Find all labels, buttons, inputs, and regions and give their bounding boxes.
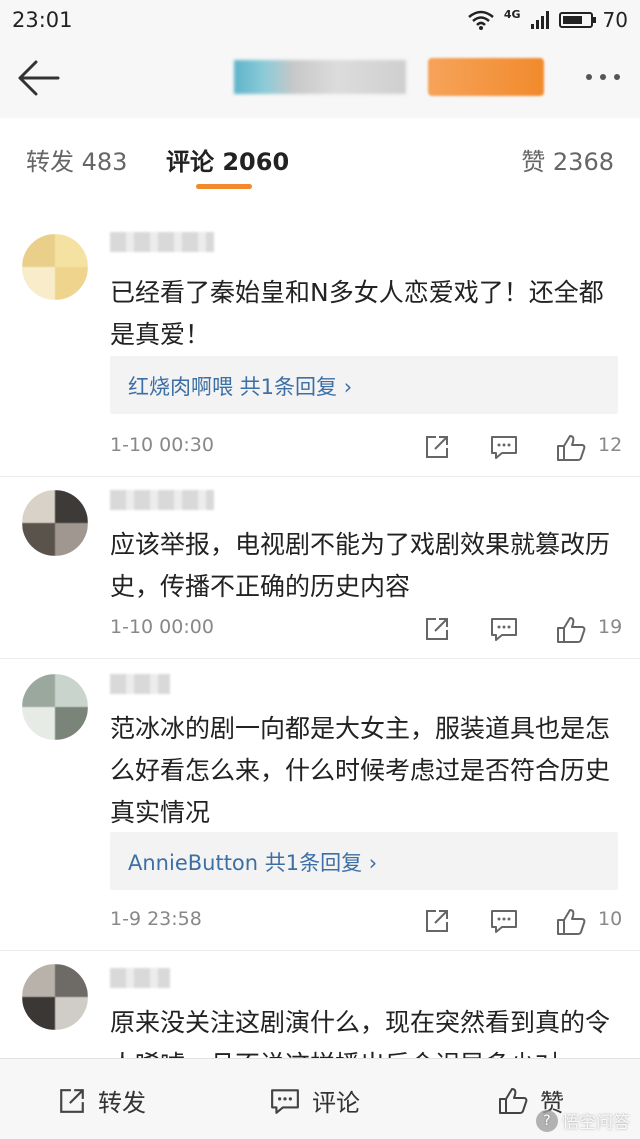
nav-bar xyxy=(0,40,640,118)
share-icon[interactable] xyxy=(424,434,450,460)
bottom-action-bar: 转发 评论 赞 ? 悟空问答 xyxy=(0,1058,640,1139)
comment-text: 范冰冰的剧一向都是大女主，服装道具也是怎么好看怎么来，什么时候考虑过是否符合历史… xyxy=(110,714,611,827)
avatar[interactable] xyxy=(22,964,88,1030)
avatar[interactable] xyxy=(22,234,88,300)
tab-bar: 转发 483 评论 2060 赞 2368 xyxy=(0,118,640,197)
wifi-icon xyxy=(468,10,494,30)
comment-date: 1-9 23:58 xyxy=(110,908,202,930)
status-bar: 23:01 4G 70 xyxy=(0,0,640,40)
comment-label: 评论 xyxy=(312,1089,360,1117)
comment-text: 原来没关注这剧演什么，现在突然看到真的令人唏嘘，且不说这样播出后会误导多少对 xyxy=(110,1008,611,1058)
battery-level: 70 xyxy=(602,8,628,32)
thumbs-up-icon[interactable] xyxy=(556,908,586,936)
comment-icon[interactable] xyxy=(490,434,518,460)
active-tab-indicator xyxy=(196,184,252,189)
comment-date: 1-10 00:30 xyxy=(110,434,214,456)
tab-likes[interactable]: 赞 2368 xyxy=(521,142,614,177)
blurred-follow-button[interactable] xyxy=(428,58,544,96)
like-count: 19 xyxy=(598,616,623,638)
repost-label: 转发 xyxy=(98,1089,146,1117)
thumbs-up-icon xyxy=(499,1087,528,1114)
like-count: 12 xyxy=(598,434,623,456)
tab-repost[interactable]: 转发 483 xyxy=(26,142,127,177)
comment-text: 应该举报，电视剧不能为了戏剧效果就篡改历史，传播不正确的历史内容 xyxy=(110,530,611,601)
status-icons: 4G 70 xyxy=(468,8,628,32)
wukong-logo-icon: ? xyxy=(536,1109,558,1132)
comment-meta: 1-10 00:00 19 xyxy=(110,616,623,646)
reply-summary[interactable]: 红烧肉啊喂 共1条回复 › xyxy=(110,356,618,414)
reply-summary-label: AnnieButton 共1条回复 › xyxy=(128,851,378,875)
comment-icon xyxy=(271,1088,299,1114)
battery-icon xyxy=(558,12,596,28)
comment-item: 范冰冰的剧一向都是大女主，服装道具也是怎么好看怎么来，什么时候考虑过是否符合历史… xyxy=(0,658,640,951)
share-icon xyxy=(60,1088,84,1113)
blurred-commenter-name[interactable] xyxy=(110,232,214,252)
network-type: 4G xyxy=(503,8,521,21)
back-arrow-icon[interactable] xyxy=(16,60,60,96)
share-icon[interactable] xyxy=(424,908,450,934)
share-icon[interactable] xyxy=(424,616,450,642)
comment-item: 原来没关注这剧演什么，现在突然看到真的令人唏嘘，且不说这样播出后会误导多少对 xyxy=(0,950,640,1058)
thumbs-up-icon[interactable] xyxy=(556,434,586,462)
blurred-commenter-name[interactable] xyxy=(110,674,170,694)
avatar[interactable] xyxy=(22,490,88,556)
comment-icon[interactable] xyxy=(490,616,518,642)
comment-meta: 1-10 00:30 12 xyxy=(110,434,623,464)
comment-list: 已经看了秦始皇和N多女人恋爱戏了！还全都是真爱！ 红烧肉啊喂 共1条回复 › 1… xyxy=(0,196,640,1058)
thumbs-up-icon[interactable] xyxy=(556,616,586,644)
comment-item: 应该举报，电视剧不能为了戏剧效果就篡改历史，传播不正确的历史内容 1-10 00… xyxy=(0,476,640,659)
avatar[interactable] xyxy=(22,674,88,740)
repost-button[interactable]: 转发 xyxy=(58,1083,146,1118)
comment-icon[interactable] xyxy=(490,908,518,934)
comment-meta: 1-9 23:58 10 xyxy=(110,908,623,938)
tab-comments[interactable]: 评论 2060 xyxy=(166,142,289,177)
more-options-icon[interactable] xyxy=(586,74,620,80)
blurred-commenter-name[interactable] xyxy=(110,968,170,988)
reply-summary[interactable]: AnnieButton 共1条回复 › xyxy=(110,832,618,890)
watermark-text: 悟空问答 xyxy=(562,1113,630,1133)
signal-icon xyxy=(530,11,549,29)
comment-date: 1-10 00:00 xyxy=(110,616,214,638)
status-time: 23:01 xyxy=(12,8,73,32)
comment-text: 已经看了秦始皇和N多女人恋爱戏了！还全都是真爱！ xyxy=(110,278,604,349)
like-count: 10 xyxy=(598,908,623,930)
blurred-commenter-name[interactable] xyxy=(110,490,214,510)
comment-item: 已经看了秦始皇和N多女人恋爱戏了！还全都是真爱！ 红烧肉啊喂 共1条回复 › 1… xyxy=(0,218,640,477)
watermark: ? 悟空问答 xyxy=(536,1108,630,1133)
blurred-username xyxy=(234,60,406,94)
comment-button[interactable]: 评论 xyxy=(270,1083,360,1118)
reply-summary-label: 红烧肉啊喂 共1条回复 › xyxy=(128,375,353,399)
